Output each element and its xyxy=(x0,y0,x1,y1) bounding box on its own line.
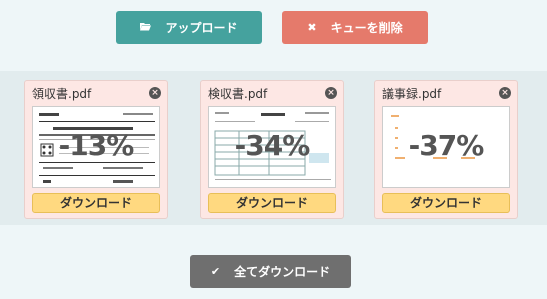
folder-open-icon xyxy=(140,21,152,34)
file-thumbnail: -34% xyxy=(208,106,336,188)
x-icon: ✖ xyxy=(307,21,317,34)
file-thumbnail: -13% xyxy=(32,106,160,188)
file-name: 議事録.pdf xyxy=(382,87,442,101)
clear-queue-button[interactable]: ✖ キューを削除 xyxy=(282,11,428,44)
download-all-button[interactable]: ✔ 全てダウンロード xyxy=(190,255,351,288)
file-thumbnail: -37% xyxy=(382,106,510,188)
close-icon[interactable]: × xyxy=(325,87,337,99)
download-button[interactable]: ダウンロード xyxy=(208,193,336,213)
file-name: 領収書.pdf xyxy=(32,87,92,101)
clear-queue-button-label: キューを削除 xyxy=(330,21,403,35)
download-button[interactable]: ダウンロード xyxy=(382,193,510,213)
upload-button[interactable]: アップロード xyxy=(116,11,262,44)
checkmark-icon: ✔ xyxy=(210,265,221,278)
file-card: 議事録.pdf × -37% ダウンロード xyxy=(374,80,518,219)
file-card: 検収書.pdf × -34% ダウンロード xyxy=(200,80,344,219)
compression-ratio: -37% xyxy=(408,129,485,162)
download-button[interactable]: ダウンロード xyxy=(32,193,160,213)
close-icon[interactable]: × xyxy=(149,87,161,99)
upload-button-label: アップロード xyxy=(165,21,238,35)
file-name: 検収書.pdf xyxy=(208,87,268,101)
download-all-button-label: 全てダウンロード xyxy=(234,265,331,279)
compression-ratio: -34% xyxy=(234,129,311,162)
file-card: 領収書.pdf × -13% ダウンロード xyxy=(24,80,168,219)
compression-ratio: -13% xyxy=(58,129,135,162)
close-icon[interactable]: × xyxy=(499,87,511,99)
